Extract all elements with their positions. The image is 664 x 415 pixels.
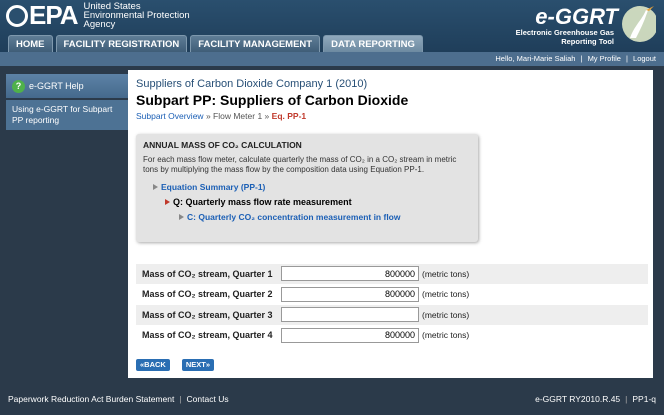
- table-row: Mass of CO₂ stream, Quarter 2 (metric to…: [136, 283, 648, 304]
- breadcrumb: Subpart Overview » Flow Meter 1 » Eq. PP…: [136, 111, 306, 121]
- globe-icon: [6, 5, 28, 27]
- nav-tab-home[interactable]: HOME: [8, 35, 53, 52]
- equation-item-c-link[interactable]: C: Quarterly CO₂ concentration measureme…: [179, 212, 471, 222]
- footer-version: e-GGRT RY2010.R.45 | PP1-q: [535, 389, 656, 409]
- row-unit: (metric tons): [422, 330, 470, 341]
- agency-name: United States Environmental Protection A…: [83, 1, 190, 30]
- row-label: Mass of CO₂ stream, Quarter 3: [142, 309, 273, 320]
- breadcrumb-current: Eq. PP-1: [271, 111, 307, 121]
- row-unit: (metric tons): [422, 309, 470, 320]
- quarterly-mass-table: Mass of CO₂ stream, Quarter 1 (metric to…: [136, 263, 648, 345]
- greeting-text: Hello, Mari-Marie Saliah: [495, 54, 576, 63]
- site-footer: Paperwork Reduction Act Burden Statement…: [0, 389, 664, 409]
- next-button[interactable]: NEXT»: [181, 359, 215, 371]
- quarter-3-mass-input[interactable]: [281, 307, 419, 323]
- page-title: Subpart PP: Suppliers of Carbon Dioxide: [136, 92, 409, 108]
- nav-tab-data-reporting[interactable]: DATA REPORTING: [323, 35, 423, 52]
- sidebar: ? e-GGRT Help Using e-GGRT for Subpart P…: [6, 74, 128, 130]
- main-nav: HOME FACILITY REGISTRATION FACILITY MANA…: [8, 35, 423, 52]
- table-row: Mass of CO₂ stream, Quarter 3 (metric to…: [136, 304, 648, 325]
- brand-subtitle-line: Electronic Greenhouse Gas: [515, 28, 614, 37]
- row-label: Mass of CO₂ stream, Quarter 2: [142, 289, 273, 300]
- info-title: ANNUAL MASS OF CO₂ CALCULATION: [143, 140, 302, 150]
- sidebar-item-help[interactable]: ? e-GGRT Help: [6, 74, 128, 98]
- contact-us-link[interactable]: Contact Us: [187, 394, 229, 404]
- footer-links: Paperwork Reduction Act Burden Statement…: [8, 389, 229, 409]
- navigation-buttons: «BACK NEXT»: [136, 359, 215, 371]
- triangle-right-icon: [153, 184, 158, 190]
- separator: |: [625, 394, 628, 404]
- version-text: e-GGRT RY2010.R.45: [535, 394, 621, 404]
- equation-item-q: Q: Quarterly mass flow rate measurement: [165, 197, 471, 207]
- equation-q-label: Q: Quarterly mass flow rate measurement: [173, 197, 352, 207]
- nav-tab-facility-management[interactable]: FACILITY MANAGEMENT: [190, 35, 321, 52]
- user-utility-bar: Hello, Mari-Marie Saliah | My Profile | …: [0, 52, 664, 66]
- sidebar-help-label: e-GGRT Help: [29, 81, 84, 91]
- breadcrumb-subpart-overview[interactable]: Subpart Overview: [136, 111, 204, 121]
- eggrt-brand: e-GGRT Electronic Greenhouse Gas Reporti…: [506, 2, 656, 48]
- equation-c-label: C: Quarterly CO₂ concentration measureme…: [187, 212, 401, 222]
- heron-logo-icon: [622, 6, 656, 42]
- logout-link[interactable]: Logout: [633, 54, 656, 63]
- row-unit: (metric tons): [422, 268, 470, 279]
- brand-subtitle: Electronic Greenhouse Gas Reporting Tool: [504, 28, 614, 46]
- prs-link[interactable]: Paperwork Reduction Act Burden Statement: [8, 394, 174, 404]
- company-name: Suppliers of Carbon Dioxide Company 1 (2…: [136, 78, 368, 90]
- triangle-right-icon: [179, 214, 184, 220]
- quarter-4-mass-input[interactable]: [281, 327, 419, 343]
- breadcrumb-separator: »: [205, 111, 211, 121]
- quarter-1-mass-input[interactable]: [281, 266, 419, 282]
- separator: |: [179, 394, 182, 404]
- row-unit: (metric tons): [422, 289, 470, 300]
- quarter-2-mass-input[interactable]: [281, 286, 419, 302]
- epa-logo[interactable]: EPA United States Environmental Protecti…: [6, 1, 190, 30]
- brand-subtitle-line: Reporting Tool: [561, 37, 614, 46]
- calculation-info-box: ANNUAL MASS OF CO₂ CALCULATION For each …: [136, 134, 478, 242]
- back-button[interactable]: «BACK: [136, 359, 170, 371]
- table-row: Mass of CO₂ stream, Quarter 4 (metric to…: [136, 324, 648, 345]
- separator: |: [580, 54, 583, 63]
- breadcrumb-flow-meter: Flow Meter 1: [213, 111, 263, 121]
- site-header: EPA United States Environmental Protecti…: [0, 0, 664, 52]
- help-icon: ?: [12, 79, 25, 93]
- table-row: Mass of CO₂ stream, Quarter 1 (metric to…: [136, 263, 648, 284]
- brand-title: e-GGRT: [535, 4, 618, 29]
- epa-logo-mark: EPA: [6, 2, 79, 28]
- equation-summary-link[interactable]: Equation Summary (PP-1): [153, 182, 471, 192]
- triangle-right-icon: [165, 199, 170, 205]
- info-description: For each mass flow meter, calculate quar…: [143, 155, 457, 174]
- my-profile-link[interactable]: My Profile: [588, 54, 621, 63]
- row-label: Mass of CO₂ stream, Quarter 4: [142, 330, 273, 341]
- agency-line: Agency: [83, 18, 116, 30]
- separator: |: [626, 54, 628, 63]
- breadcrumb-separator: »: [264, 111, 270, 121]
- row-label: Mass of CO₂ stream, Quarter 1: [142, 268, 273, 279]
- equation-summary-label: Equation Summary (PP-1): [161, 182, 266, 192]
- main-content: Suppliers of Carbon Dioxide Company 1 (2…: [128, 70, 653, 378]
- nav-tab-facility-registration[interactable]: FACILITY REGISTRATION: [55, 35, 188, 52]
- sidebar-item-subpart-pp-help[interactable]: Using e-GGRT for Subpart PP reporting: [6, 100, 128, 130]
- page-id-text: PP1-q: [632, 394, 656, 404]
